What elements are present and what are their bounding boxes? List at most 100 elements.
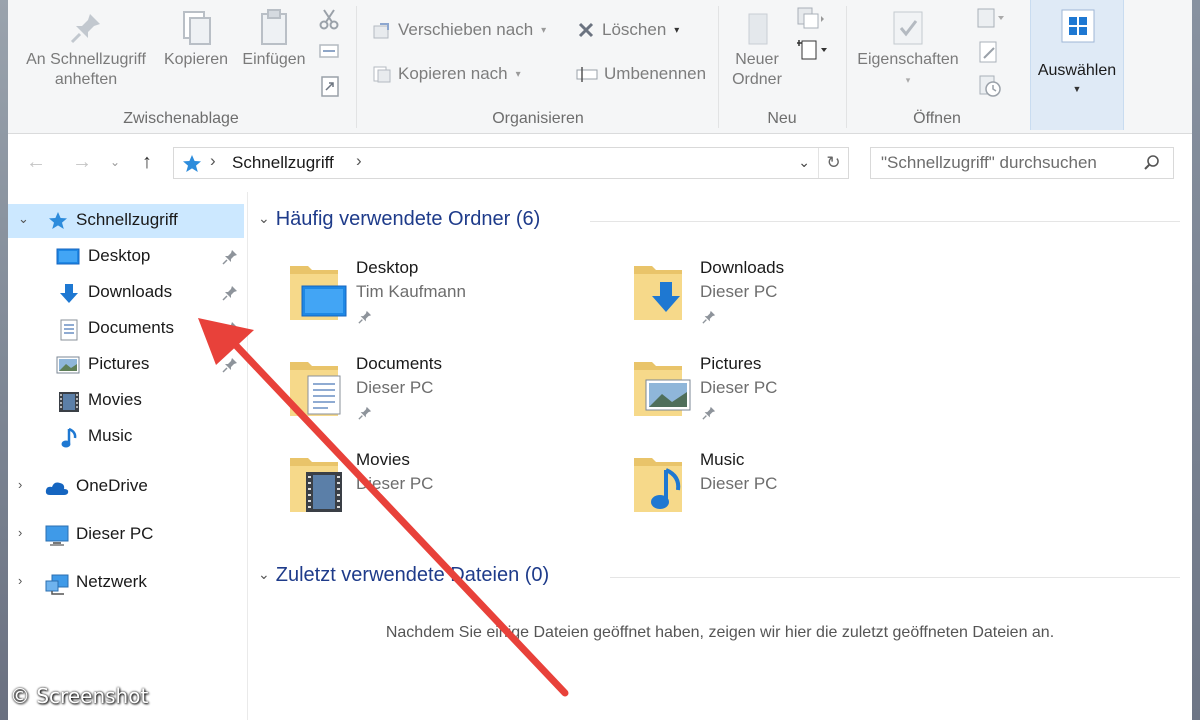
new-folder-icon (748, 13, 768, 45)
nav-item-documents[interactable]: Documents (8, 312, 244, 346)
forward-arrow-icon[interactable]: → (72, 151, 92, 174)
copy-path-icon[interactable] (318, 42, 340, 60)
expand-chevron-icon[interactable]: › (18, 525, 22, 540)
paste-shortcut-icon[interactable] (320, 74, 340, 98)
recent-locations-icon[interactable]: ⌄ (110, 155, 120, 169)
history-icon[interactable] (978, 74, 1002, 98)
nav-item-this-pc[interactable]: › Dieser PC (8, 518, 244, 552)
search-icon (1144, 155, 1159, 170)
folder-name: Desktop (356, 258, 419, 277)
pin-label-line2: anheften (54, 71, 118, 88)
copy-to-label: Kopieren nach (398, 64, 508, 83)
group-oeffnen: Eigenschaften ▾ Öffnen (848, 0, 1026, 134)
move-to-button[interactable]: Verschieben nach ▾ (372, 20, 546, 40)
nav-label-pictures: Pictures (88, 354, 150, 373)
pinned-icon[interactable] (222, 249, 238, 265)
folder-name: Music (700, 450, 745, 469)
new-item-icon[interactable] (796, 6, 826, 30)
folder-pictures-icon (634, 362, 691, 416)
copy-button[interactable]: Kopieren (158, 4, 234, 70)
edit-icon[interactable] (978, 40, 1000, 64)
section-header-frequent-folders[interactable]: ⌄ Häufig verwendete Ordner (6) (258, 208, 540, 231)
delete-label: Löschen (602, 20, 667, 39)
desktop-background-left (0, 0, 8, 720)
open-icon[interactable] (976, 6, 1012, 30)
ribbon: An Schnellzugriff anheften Kopieren Einf… (8, 0, 1192, 134)
content-pane: ⌄ Häufig verwendete Ordner (6) Desktop Ti… (248, 192, 1192, 720)
nav-item-network[interactable]: › Netzwerk (8, 566, 244, 600)
copy-to-button[interactable]: Kopieren nach ▾ (372, 64, 521, 84)
paste-button[interactable]: Einfügen (234, 4, 314, 70)
expand-chevron-icon[interactable]: › (18, 573, 22, 588)
pinned-icon[interactable] (222, 321, 238, 337)
back-arrow-icon[interactable]: ← (26, 151, 46, 174)
collapse-chevron-icon[interactable]: ⌄ (258, 210, 270, 226)
pinned-icon[interactable] (222, 285, 238, 301)
up-arrow-icon[interactable]: ↑ (142, 151, 152, 174)
folder-tile-downloads[interactable]: Downloads Dieser PC (632, 258, 932, 338)
new-folder-button[interactable]: Neuer Ordner (724, 4, 790, 90)
folder-tile-music[interactable]: Music Dieser PC (632, 450, 932, 530)
new-folder-label-line1: Neuer (735, 51, 779, 68)
group-label-neu: Neu (767, 110, 797, 127)
nav-label-quick-access: Schnellzugriff (76, 210, 178, 229)
move-icon (373, 23, 389, 39)
search-input[interactable]: "Schnellzugriff" durchsuchen (870, 147, 1174, 179)
select-button[interactable]: Auswählen ▼ (1030, 0, 1124, 130)
copy-to-icon (373, 66, 391, 83)
computer-icon (45, 525, 69, 546)
explorer-window: An Schnellzugriff anheften Kopieren Einf… (8, 0, 1192, 720)
nav-item-pictures[interactable]: Pictures (8, 348, 244, 382)
address-dropdown-icon[interactable]: ⌄ (798, 154, 810, 171)
folder-location: Dieser PC (700, 282, 778, 301)
ribbon-separator (356, 6, 357, 128)
move-to-label: Verschieben nach (398, 20, 534, 39)
expand-chevron-icon[interactable]: › (18, 477, 22, 492)
quick-access-star-icon (49, 212, 67, 229)
nav-label-desktop: Desktop (88, 246, 151, 265)
recent-files-title: Zuletzt verwendete Dateien (0) (275, 564, 550, 586)
collapse-chevron-icon[interactable]: ⌄ (258, 566, 270, 582)
nav-item-onedrive[interactable]: › OneDrive (8, 470, 244, 504)
folder-tile-documents[interactable]: Documents Dieser PC (288, 354, 588, 434)
music-note-icon (61, 427, 77, 448)
delete-button[interactable]: Löschen ▾ (576, 20, 679, 40)
pin-label-line1: An Schnellzugriff (26, 51, 146, 68)
nav-item-quick-access[interactable]: ⌄ Schnellzugriff (8, 204, 244, 238)
frequent-folders-title: Häufig verwendete Ordner (6) (275, 208, 541, 230)
pinned-icon (702, 406, 716, 420)
nav-item-desktop[interactable]: Desktop (8, 240, 244, 274)
folder-movies-icon (290, 458, 342, 512)
pinned-icon (358, 406, 372, 420)
breadcrumb-chevron-icon[interactable]: › (356, 151, 362, 171)
nav-label-network: Netzwerk (76, 572, 147, 591)
refresh-icon[interactable]: ↻ (818, 148, 848, 178)
breadcrumb-chevron-icon[interactable]: › (210, 151, 216, 171)
pinned-icon[interactable] (222, 357, 238, 373)
address-bar[interactable]: › Schnellzugriff › ⌄ ↻ (173, 147, 849, 179)
nav-item-movies[interactable]: Movies (8, 384, 244, 418)
folder-downloads-icon (634, 266, 682, 320)
expand-chevron-icon[interactable]: ⌄ (18, 211, 29, 227)
nav-item-music[interactable]: Music (8, 420, 244, 454)
desktop-icon (56, 248, 80, 265)
pin-to-quick-access-button[interactable]: An Schnellzugriff anheften (16, 4, 156, 90)
rename-button[interactable]: Umbenennen (576, 64, 706, 84)
folder-location: Tim Kaufmann (356, 282, 466, 301)
nav-item-downloads[interactable]: Downloads (8, 276, 244, 310)
properties-button[interactable]: Eigenschaften ▾ (850, 4, 966, 90)
folder-tile-movies[interactable]: Movies Dieser PC (288, 450, 588, 530)
folder-desktop-icon (290, 266, 347, 320)
cut-icon[interactable] (318, 8, 340, 30)
folder-music-icon (634, 458, 682, 512)
breadcrumb-quick-access[interactable]: Schnellzugriff (232, 153, 334, 173)
pictures-icon (56, 356, 80, 374)
folder-tile-desktop[interactable]: Desktop Tim Kaufmann (288, 258, 588, 338)
folder-tile-pictures[interactable]: Pictures Dieser PC (632, 354, 932, 434)
rename-label: Umbenennen (604, 64, 707, 83)
ribbon-separator (718, 6, 719, 128)
easy-access-icon[interactable] (796, 38, 830, 62)
copy-label: Kopieren (163, 51, 229, 68)
section-header-recent-files[interactable]: ⌄ Zuletzt verwendete Dateien (0) (258, 564, 549, 587)
onedrive-cloud-icon (45, 482, 69, 495)
